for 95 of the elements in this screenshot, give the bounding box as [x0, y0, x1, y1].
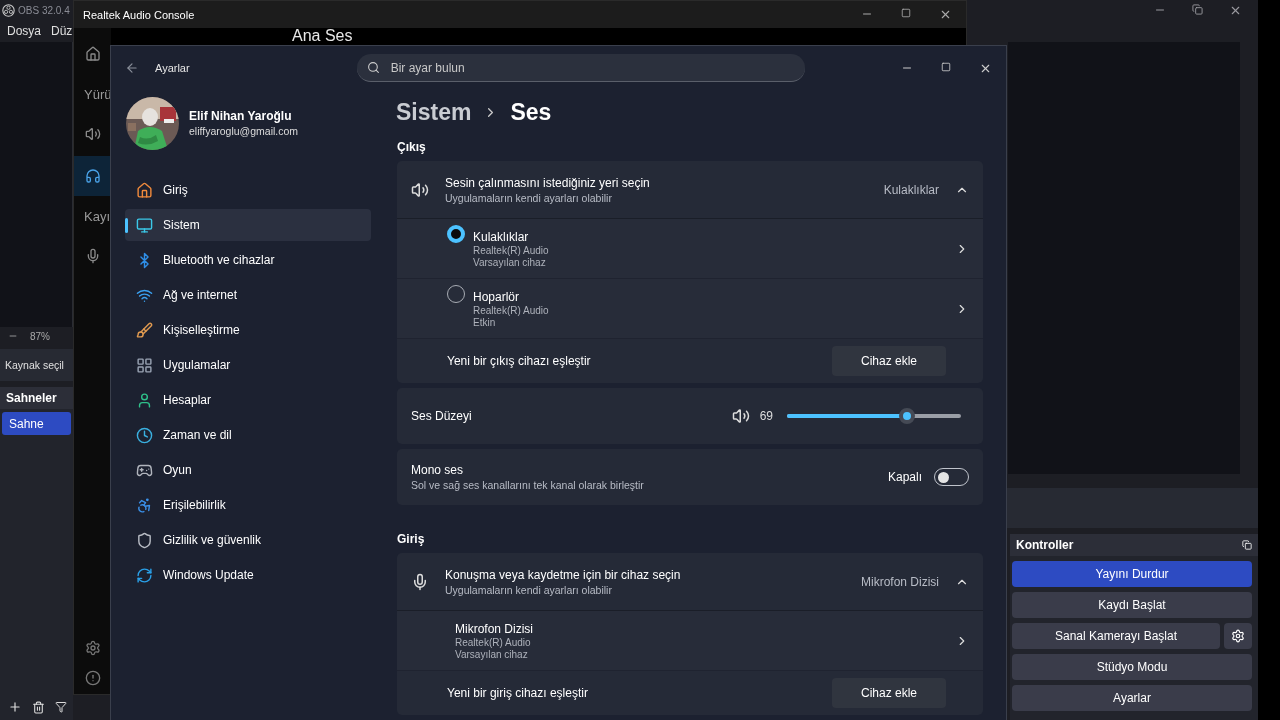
selection-indicator: [125, 218, 128, 233]
nav-item[interactable]: Ağ ve internet: [125, 279, 371, 311]
nav-item[interactable]: Gizlilik ve güvenlik: [125, 524, 371, 556]
gear-icon: [1231, 629, 1245, 643]
device-name: Hoparlör: [473, 289, 521, 304]
device-status: Varsayılan cihaz: [473, 256, 547, 268]
refresh-icon: [136, 566, 153, 584]
shield-icon: [136, 531, 153, 549]
window-title: Realtek Audio Console: [83, 8, 195, 21]
menu-item[interactable]: Düz: [51, 24, 73, 38]
toggle-state: Kapalı: [887, 470, 922, 484]
nav-item[interactable]: Hesaplar: [125, 384, 371, 416]
arrow-left-icon: [125, 61, 139, 75]
setting-title: Ses Düzeyi: [411, 409, 472, 423]
maximize-icon[interactable]: [901, 8, 911, 18]
brush-icon: [136, 321, 153, 339]
nav-item[interactable]: Uygulamalar: [125, 349, 371, 381]
nav-button[interactable]: [74, 156, 111, 196]
search-field[interactable]: Bir ayar bulun: [356, 54, 805, 82]
device-driver: Realtek(R) Audio: [455, 636, 532, 648]
setting-title: Sesin çalınmasını istediğiniz yeri seçin: [445, 175, 650, 190]
page-heading: Ana Ses: [292, 28, 354, 44]
nav-item[interactable]: Zaman ve dil: [125, 419, 371, 451]
speaker-icon: [411, 180, 429, 199]
trash-icon[interactable]: [32, 700, 45, 714]
person-icon: [136, 391, 153, 409]
speaker-icon: [84, 126, 101, 142]
user-email: eliffyaroglu@gmail.com: [189, 125, 299, 137]
search-icon: [366, 61, 380, 74]
nav-label[interactable]: Kayı: [74, 196, 111, 236]
add-device-button[interactable]: Cihaz ekle: [832, 678, 946, 708]
window-title: OBS 32.0.4: [18, 4, 70, 16]
device-status: Varsayılan cihaz: [455, 648, 529, 660]
page-title: Ses: [510, 98, 552, 126]
close-icon[interactable]: [1229, 4, 1242, 17]
setting-title: Mono ses: [411, 463, 465, 477]
slider-thumb[interactable]: [899, 408, 916, 424]
selected-device: Kulaklıklar: [883, 182, 939, 197]
speaker-icon[interactable]: [731, 407, 750, 425]
device-name: Mikrofon Dizisi: [455, 621, 534, 636]
selected-device: Mikrofon Dizisi: [861, 574, 939, 589]
scene-item[interactable]: Sahne: [2, 412, 71, 435]
radio-button[interactable]: [447, 225, 465, 243]
control-button[interactable]: Sanal Kamerayı Başlat: [1012, 623, 1220, 649]
nav-item[interactable]: Windows Update: [125, 559, 371, 591]
setting-subtitle: Uygulamaların kendi ayarları olabilir: [445, 191, 613, 204]
user-name: Elif Nihan Yaroğlu: [189, 109, 293, 123]
section-heading: Giriş: [397, 532, 426, 546]
pair-label: Yeni bir çıkış cihazı eşleştir: [447, 354, 591, 368]
restore-icon[interactable]: [1192, 4, 1203, 15]
nav-item[interactable]: Bluetooth ve cihazlar: [125, 244, 371, 276]
home-icon: [84, 46, 101, 62]
add-icon[interactable]: [8, 700, 22, 714]
section-heading: Çıkış: [397, 140, 427, 154]
setting-subtitle: Sol ve sağ ses kanallarını tek kanal olarak birleştir: [411, 479, 644, 491]
add-device-button[interactable]: Cihaz ekle: [832, 346, 946, 376]
nav-item[interactable]: Oyun: [125, 454, 371, 486]
nav-item[interactable]: Sistem: [125, 209, 371, 241]
device-driver: Realtek(R) Audio: [473, 244, 550, 256]
breadcrumb-parent[interactable]: Sistem: [396, 98, 472, 126]
control-button[interactable]: Ayarlar: [1012, 685, 1252, 711]
settings-button[interactable]: [1224, 623, 1252, 649]
obs-logo-icon: [2, 3, 15, 17]
headphones-icon: [84, 168, 101, 184]
maximize-icon[interactable]: [941, 61, 951, 72]
volume-reading: 69: [759, 409, 773, 423]
device-driver: Realtek(R) Audio: [473, 304, 550, 316]
alert-icon[interactable]: [84, 670, 101, 686]
control-button[interactable]: Kaydı Başlat: [1012, 592, 1252, 618]
zoom-level: 87%: [30, 330, 50, 342]
filter-icon[interactable]: [55, 701, 67, 713]
home-icon: [136, 181, 153, 199]
nav-item[interactable]: Kişiselleştirme: [125, 314, 371, 346]
control-button[interactable]: Yayını Durdur: [1012, 561, 1252, 587]
source-label: Kaynak seçil: [5, 359, 64, 371]
nav-item[interactable]: Giriş: [125, 174, 371, 206]
pair-label: Yeni bir giriş cihazı eşleştir: [447, 686, 588, 700]
setting-title: Konuşma veya kaydetme için bir cihaz seçin: [445, 567, 681, 582]
monitor-icon: [136, 216, 153, 234]
settings-icon[interactable]: [84, 640, 101, 656]
clock-icon: [136, 426, 153, 444]
dock-title: Kontroller: [1016, 538, 1074, 552]
window-title: Ayarlar: [155, 62, 190, 74]
close-icon[interactable]: [939, 8, 952, 21]
setting-subtitle: Uygulamaların kendi ayarları olabilir: [445, 583, 613, 596]
float-icon[interactable]: [1242, 540, 1252, 550]
dock-title: Sahneler: [0, 387, 73, 409]
accessibility-icon: [136, 496, 153, 514]
apps-icon: [136, 356, 153, 374]
nav-item[interactable]: Erişilebilirlik: [125, 489, 371, 521]
device-name: Kulaklıklar: [473, 229, 530, 244]
control-button[interactable]: Stüdyo Modu: [1012, 654, 1252, 680]
menu-item[interactable]: Dosya: [7, 24, 41, 38]
microphone-icon: [411, 572, 429, 591]
device-status: Etkin: [473, 316, 497, 328]
